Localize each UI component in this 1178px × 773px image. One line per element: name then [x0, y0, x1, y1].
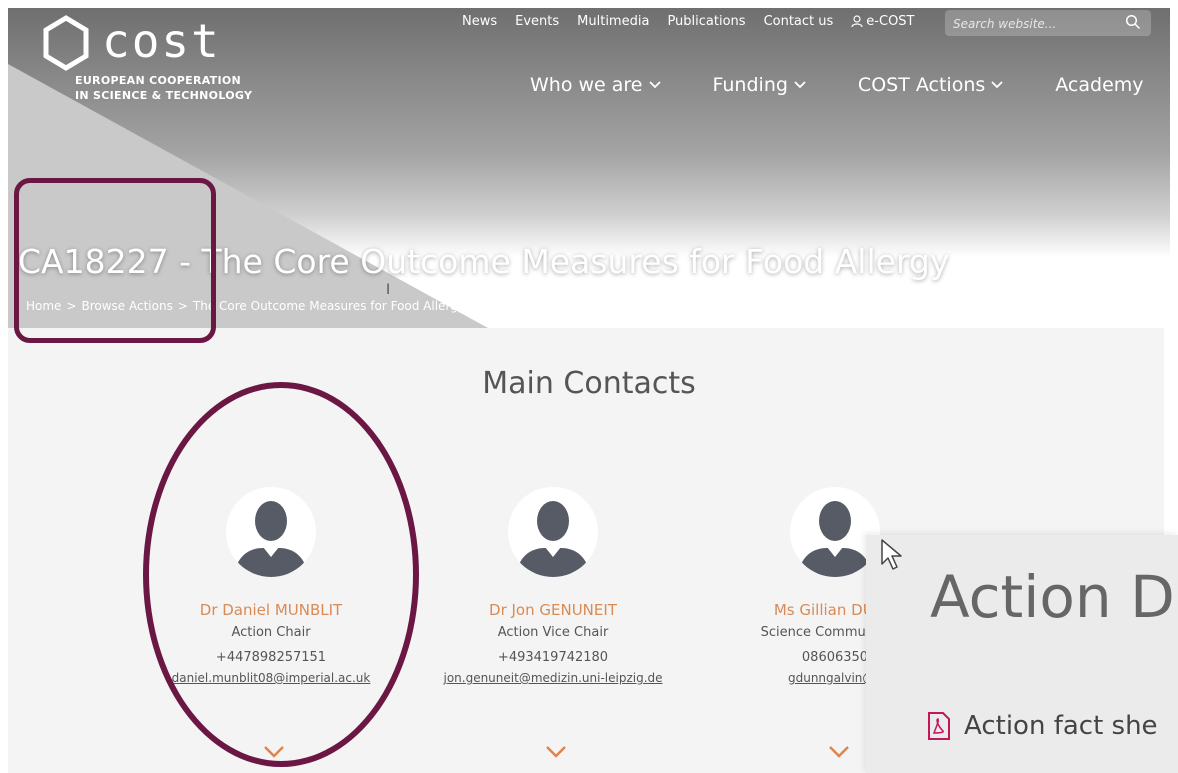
annotation-highlight-rectangle	[14, 178, 216, 343]
breadcrumb-current: The Core Outcome Measures for Food Aller…	[192, 299, 465, 313]
cost-logo[interactable]: cost EUROPEAN COOPERATION IN SCIENCE & T…	[34, 12, 274, 102]
contact-name[interactable]: Dr Jon GENUNEIT	[418, 601, 688, 619]
contact-phone: +493419742180	[497, 650, 609, 665]
person-silhouette-icon	[516, 501, 590, 577]
nav-academy[interactable]: Academy	[1055, 74, 1143, 96]
chevron-down-icon	[991, 81, 1003, 89]
nav-publications[interactable]: Publications	[667, 14, 745, 29]
chevron-down-icon	[794, 81, 806, 89]
nav-who-we-are[interactable]: Who we are	[530, 74, 661, 96]
nav-cost-actions[interactable]: COST Actions	[858, 74, 1003, 96]
mouse-pointer-icon	[881, 539, 902, 570]
nav-who-we-are-label: Who we are	[530, 74, 643, 96]
hexagon-logo-icon	[43, 15, 89, 71]
nav-academy-label: Academy	[1055, 74, 1144, 96]
logo-tagline-2: IN SCIENCE & TECHNOLOGY	[75, 89, 253, 102]
action-details-title: Action D	[930, 563, 1175, 631]
logo-tagline-1: EUROPEAN COOPERATION	[75, 74, 242, 87]
annotation-highlight-ellipse	[143, 382, 419, 767]
action-fact-sheet-label: Action fact she	[964, 711, 1158, 741]
search-input[interactable]	[951, 13, 1115, 35]
main-contacts-title: Main Contacts	[482, 366, 696, 401]
chevron-down-icon	[648, 81, 661, 89]
main-nav: Who we are Funding COST Actions Academy	[530, 74, 1144, 96]
avatar	[508, 487, 598, 577]
text-cursor-icon: I	[386, 282, 391, 298]
user-icon	[851, 15, 863, 28]
chevron-down-icon[interactable]	[545, 745, 567, 759]
nav-news[interactable]: News	[462, 14, 497, 29]
pdf-icon	[928, 712, 950, 740]
action-details-panel: Action D Action fact she	[866, 535, 1178, 773]
nav-cost-actions-label: COST Actions	[857, 74, 986, 96]
search-box	[945, 10, 1151, 36]
nav-ecost[interactable]: e-COST	[851, 14, 915, 29]
nav-multimedia[interactable]: Multimedia	[577, 14, 649, 29]
nav-funding-label: Funding	[712, 74, 788, 96]
nav-ecost-label: e-COST	[866, 14, 915, 29]
chevron-down-icon[interactable]	[828, 745, 850, 759]
nav-funding[interactable]: Funding	[713, 74, 806, 96]
contact-role: Action Vice Chair	[497, 625, 609, 640]
contact-card: Dr Jon GENUNEIT Action Vice Chair +49341…	[418, 487, 688, 685]
nav-contact-us[interactable]: Contact us	[764, 14, 834, 29]
contact-email[interactable]: jon.genuneit@medizin.uni-leipzig.de	[418, 671, 688, 685]
top-nav: News Events Multimedia Publications Cont…	[462, 14, 915, 29]
logo-wordmark: cost	[102, 14, 221, 68]
action-fact-sheet-link[interactable]: Action fact she	[926, 711, 1158, 741]
nav-events[interactable]: Events	[515, 14, 559, 29]
search-icon[interactable]	[1125, 14, 1141, 30]
